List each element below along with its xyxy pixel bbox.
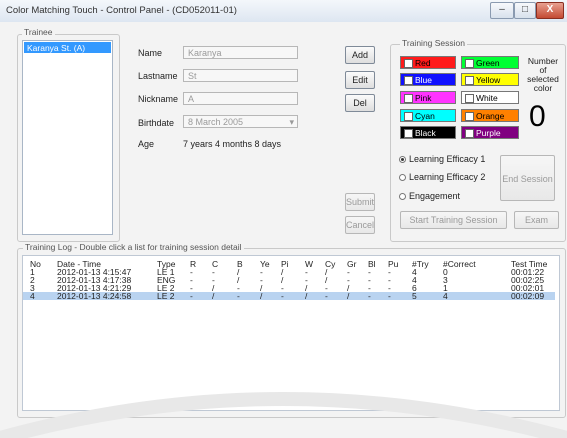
color-option-green[interactable]: Green	[461, 56, 519, 69]
color-option-purple[interactable]: Purple	[461, 126, 519, 139]
table-cell: /	[347, 291, 350, 301]
color-option-blue[interactable]: Blue	[400, 73, 456, 86]
color-checkbox[interactable]	[465, 94, 474, 103]
color-option-white[interactable]: White	[461, 91, 519, 104]
color-option-label: White	[476, 93, 498, 103]
color-option-label: Red	[415, 58, 431, 68]
trainee-list-item[interactable]: Karanya St. (A)	[24, 42, 111, 53]
mode-label-learning-1: Learning Efficacy 1	[409, 154, 486, 164]
birthdate-label: Birthdate	[138, 118, 175, 128]
color-option-red[interactable]: Red	[400, 56, 456, 69]
color-option-label: Pink	[415, 93, 432, 103]
end-session-button[interactable]: End Session	[500, 155, 555, 201]
name-label: Name	[138, 48, 163, 58]
color-option-label: Cyan	[415, 111, 435, 121]
nickname-field[interactable]: A	[183, 92, 298, 105]
watermark-arc	[0, 392, 567, 438]
number-label-line4: color	[533, 83, 553, 93]
table-cell: /	[305, 291, 308, 301]
trainee-group-label: Trainee	[22, 27, 55, 37]
table-cell: LE 2	[157, 291, 175, 301]
nickname-label: Nickname	[138, 94, 179, 104]
table-cell: 4	[443, 291, 448, 301]
table-cell: -	[325, 291, 328, 301]
color-option-label: Orange	[476, 111, 505, 121]
maximize-button[interactable]: □	[514, 2, 536, 19]
trainee-list-item-label: Karanya St. (A)	[27, 43, 86, 53]
color-option-yellow[interactable]: Yellow	[461, 73, 519, 86]
table-cell: -	[237, 291, 240, 301]
table-cell: -	[190, 291, 193, 301]
mode-radio-learning-2[interactable]	[399, 174, 406, 181]
close-button[interactable]: X	[536, 2, 564, 19]
age-label: Age	[138, 139, 155, 149]
table-cell: -	[281, 291, 284, 301]
color-option-orange[interactable]: Orange	[461, 109, 519, 122]
name-field[interactable]: Karanya	[183, 46, 298, 59]
color-option-label: Blue	[415, 75, 433, 85]
color-checkbox[interactable]	[404, 112, 413, 121]
color-option-label: Green	[476, 58, 500, 68]
lastname-field[interactable]: St	[183, 69, 298, 82]
mode-label-learning-2: Learning Efficacy 2	[409, 172, 486, 182]
color-option-black[interactable]: Black	[400, 126, 456, 139]
age-value: 7 years 4 months 8 days	[183, 139, 282, 149]
maximize-icon: □	[521, 4, 529, 15]
table-cell: 2012-01-13 4:24:58	[57, 291, 132, 301]
cancel-button[interactable]: Cancel	[345, 216, 375, 234]
training-log-group-label: Training Log - Double click a list for t…	[23, 242, 244, 252]
number-selected-value: 0	[529, 100, 546, 133]
birthdate-value: 8 March 2005	[188, 117, 244, 127]
window-title: Color Matching Touch - Control Panel - (…	[6, 5, 237, 16]
color-checkbox[interactable]	[404, 129, 413, 138]
table-cell: -	[368, 291, 371, 301]
table-cell: 4	[30, 291, 35, 301]
chevron-down-icon[interactable]: ▾	[289, 116, 294, 127]
mode-radio-learning-1[interactable]	[399, 156, 406, 163]
close-icon: X	[546, 4, 554, 15]
mode-label-engagement: Engagement	[409, 191, 461, 201]
table-cell: -	[388, 291, 391, 301]
minimize-icon: –	[499, 4, 505, 15]
exam-button[interactable]: Exam	[514, 211, 559, 229]
minimize-button[interactable]: –	[490, 2, 514, 19]
table-cell: /	[260, 291, 263, 301]
color-checkbox[interactable]	[465, 112, 474, 121]
trainee-list[interactable]: Karanya St. (A)	[22, 40, 113, 235]
color-option-label: Purple	[476, 128, 501, 138]
table-cell: /	[212, 291, 215, 301]
color-option-label: Black	[415, 128, 436, 138]
color-checkbox[interactable]	[465, 76, 474, 85]
color-checkbox[interactable]	[465, 59, 474, 68]
color-checkbox[interactable]	[404, 76, 413, 85]
start-training-button[interactable]: Start Training Session	[400, 211, 507, 229]
color-checkbox[interactable]	[404, 94, 413, 103]
color-checkbox[interactable]	[465, 129, 474, 138]
color-checkbox[interactable]	[404, 59, 413, 68]
title-bar[interactable]: Color Matching Touch - Control Panel - (…	[0, 0, 567, 23]
mode-radio-engagement[interactable]	[399, 193, 406, 200]
table-cell: 00:02:09	[511, 291, 545, 301]
lastname-label: Lastname	[138, 71, 178, 81]
add-button[interactable]: Add	[345, 46, 375, 64]
table-cell: 5	[412, 291, 417, 301]
color-option-pink[interactable]: Pink	[400, 91, 456, 104]
birthdate-picker[interactable]: 8 March 2005 ▾	[183, 115, 298, 128]
training-session-group-label: Training Session	[400, 38, 467, 48]
edit-button[interactable]: Edit	[345, 71, 375, 89]
color-option-cyan[interactable]: Cyan	[400, 109, 456, 122]
table-row[interactable]: 4 2012-01-13 4:24:58 LE 2 - / - / - / - / - - 5 4 00:02…	[23, 291, 555, 301]
color-option-label: Yellow	[476, 75, 501, 85]
submit-button[interactable]: Submit	[345, 193, 375, 211]
delete-button[interactable]: Del	[345, 94, 375, 112]
number-selected-label: Number of selected color	[523, 57, 563, 93]
